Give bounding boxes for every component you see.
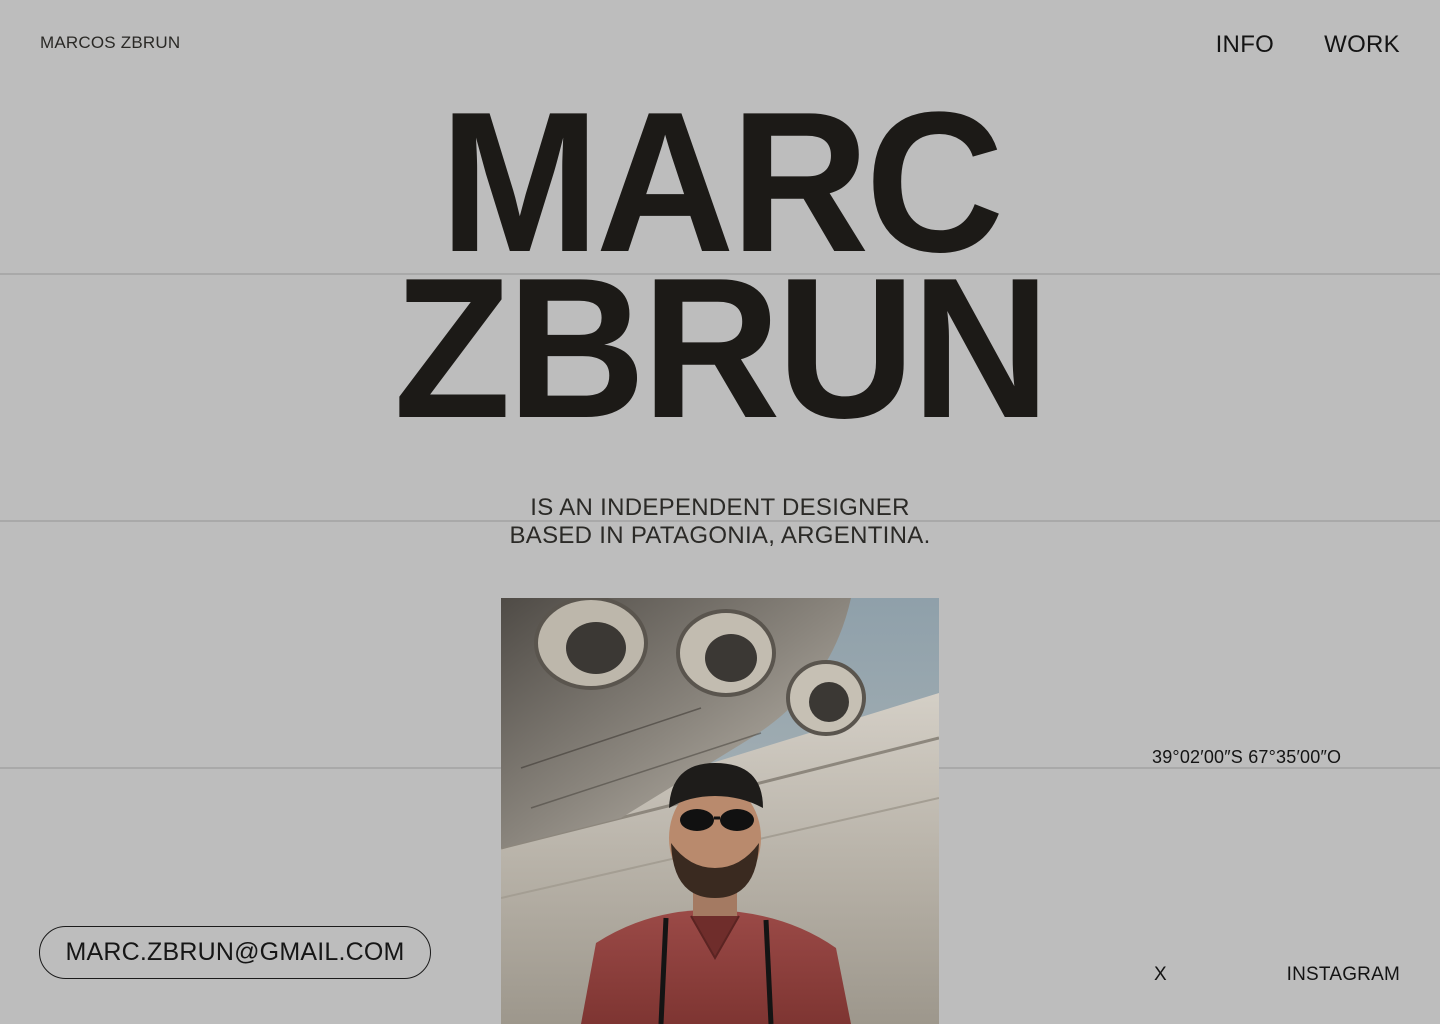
subtitle-line-2: BASED IN PATAGONIA, ARGENTINA.	[509, 522, 931, 549]
nav-link-info[interactable]: INFO	[1216, 31, 1275, 59]
subtitle-line-1: IS AN INDEPENDENT DESIGNER	[530, 494, 910, 521]
nav-link-work[interactable]: WORK	[1324, 31, 1400, 59]
brand-name[interactable]: MARCOS ZBRUN	[40, 33, 180, 53]
location-coordinates: 39°02′00″S 67°35′00″O	[1152, 747, 1342, 767]
email-button[interactable]: MARC.ZBRUN@GMAIL.COM	[39, 926, 431, 979]
portrait-illustration	[501, 598, 939, 1024]
social-link-x[interactable]: X	[1154, 964, 1167, 986]
social-link-instagram[interactable]: INSTAGRAM	[1287, 964, 1400, 986]
hero-headline: MARC ZBRUN	[0, 83, 1440, 460]
main-nav: INFO WORK	[1216, 31, 1400, 59]
hero-line-last: ZBRUN	[393, 237, 1051, 460]
hero-subtitle: IS AN INDEPENDENT DESIGNER BASED IN PATA…	[0, 494, 1440, 550]
portrait-photo	[501, 598, 939, 1024]
